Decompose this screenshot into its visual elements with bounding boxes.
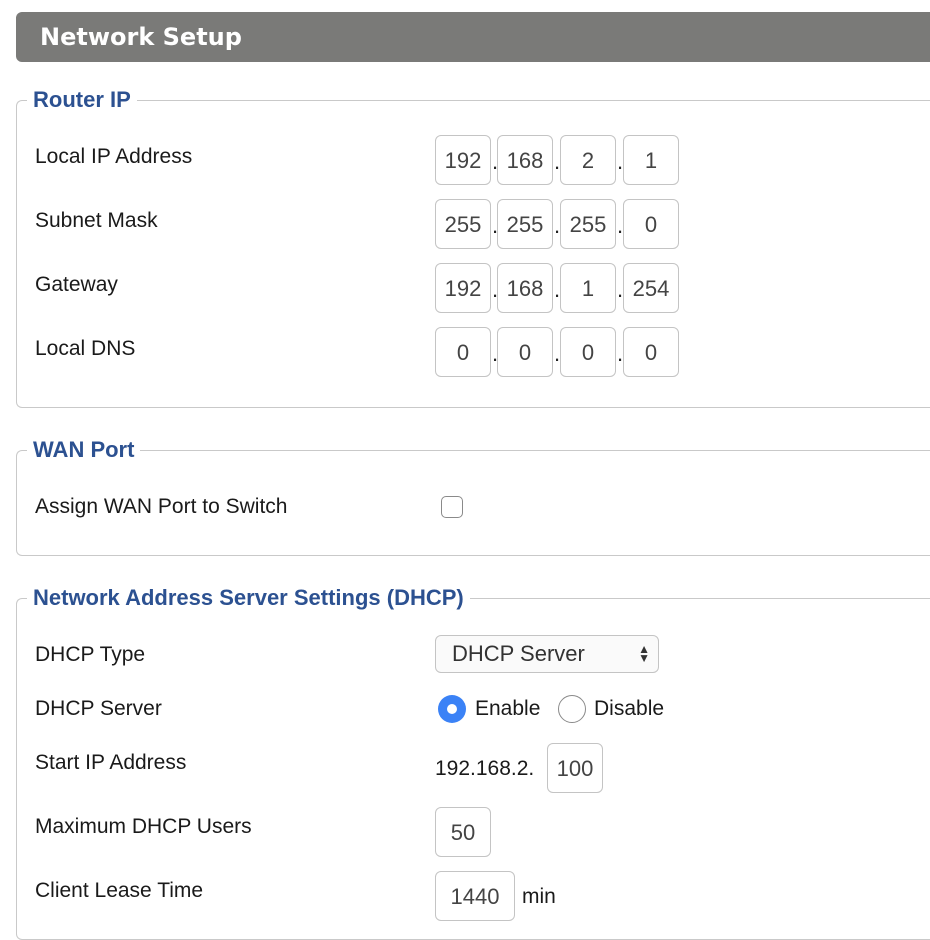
assign-wan-checkbox[interactable] — [441, 496, 463, 518]
page-header: Network Setup — [16, 12, 930, 62]
local-dns-label: Local DNS — [35, 337, 136, 360]
assign-wan-label: Assign WAN Port to Switch — [35, 495, 288, 518]
lease-time-unit: min — [522, 885, 556, 908]
local-ip-octet-1-input[interactable]: 192 — [435, 135, 491, 185]
dhcp-disable-radio[interactable] — [558, 695, 586, 723]
page-title: Network Setup — [40, 23, 242, 51]
router-ip-section: Router IP Local IP Address 192. 168. 2. 1 Sub… — [16, 85, 930, 408]
gateway-octet-4-input[interactable]: 254 — [623, 263, 679, 313]
local-dns-octet-4-input[interactable]: 0 — [623, 327, 679, 377]
dhcp-enable-radio[interactable] — [438, 695, 466, 723]
dhcp-section: Network Address Server Settings (DHCP) D… — [16, 583, 930, 940]
dhcp-type-value: DHCP Server — [452, 641, 585, 666]
subnet-mask-octet-3-input[interactable]: 255 — [560, 199, 616, 249]
start-ip-last-input[interactable]: 100 — [547, 743, 603, 793]
wan-port-legend: WAN Port — [27, 435, 141, 465]
subnet-mask-octet-2-input[interactable]: 255 — [497, 199, 553, 249]
dhcp-type-label: DHCP Type — [35, 643, 146, 666]
local-dns-octet-2-input[interactable]: 0 — [497, 327, 553, 377]
dhcp-legend: Network Address Server Settings (DHCP) — [27, 583, 470, 613]
dhcp-enable-label[interactable]: Enable — [475, 695, 540, 723]
dhcp-type-select[interactable]: DHCP Server ▲ ▼ — [435, 635, 659, 673]
start-ip-label: Start IP Address — [35, 751, 187, 774]
updown-chevron-icon: ▲ ▼ — [638, 642, 650, 665]
subnet-mask-octet-1-input[interactable]: 255 — [435, 199, 491, 249]
gateway-octet-1-input[interactable]: 192 — [435, 263, 491, 313]
subnet-mask-label: Subnet Mask — [35, 209, 158, 232]
wan-port-section: WAN Port Assign WAN Port to Switch — [16, 435, 930, 556]
gateway-octet-2-input[interactable]: 168 — [497, 263, 553, 313]
max-users-label: Maximum DHCP Users — [35, 815, 252, 838]
dhcp-disable-label[interactable]: Disable — [594, 695, 664, 723]
local-dns-octet-1-input[interactable]: 0 — [435, 327, 491, 377]
dhcp-server-label: DHCP Server — [35, 697, 162, 720]
local-ip-octet-2-input[interactable]: 168 — [497, 135, 553, 185]
local-ip-octet-4-input[interactable]: 1 — [623, 135, 679, 185]
local-dns-octet-3-input[interactable]: 0 — [560, 327, 616, 377]
router-ip-legend: Router IP — [27, 85, 137, 115]
gateway-octet-3-input[interactable]: 1 — [560, 263, 616, 313]
max-users-input[interactable]: 50 — [435, 807, 491, 857]
start-ip-prefix: 192.168.2. — [435, 757, 535, 780]
lease-time-input[interactable]: 1440 — [435, 871, 515, 921]
gateway-label: Gateway — [35, 273, 118, 296]
lease-time-label: Client Lease Time — [35, 879, 204, 902]
local-ip-label: Local IP Address — [35, 145, 193, 168]
local-ip-octet-3-input[interactable]: 2 — [560, 135, 616, 185]
subnet-mask-octet-4-input[interactable]: 0 — [623, 199, 679, 249]
